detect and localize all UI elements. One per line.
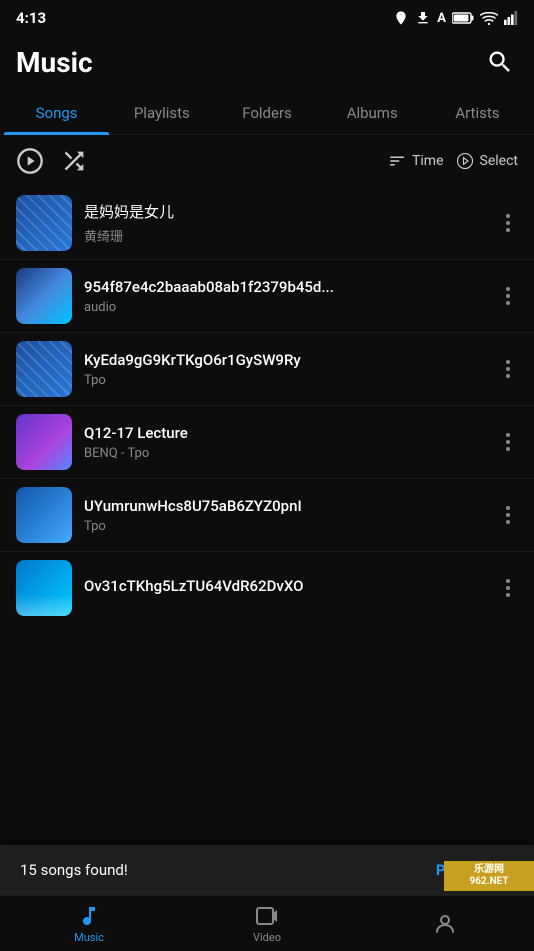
select-label: Select (480, 153, 518, 169)
song-info: 954f87e4c2baaab08ab1f2379b45d... audio (84, 278, 486, 315)
song-info: KyEda9gG9KrTKgO6r1GySW9Ry Tpo (84, 351, 486, 388)
tab-songs[interactable]: Songs (4, 92, 109, 134)
music-nav-icon (77, 904, 101, 928)
song-title: 是妈妈是女儿 (84, 201, 486, 222)
song-title: Q12-17 Lecture (84, 424, 486, 442)
download-icon (415, 10, 431, 26)
song-more-button[interactable] (498, 425, 518, 459)
status-bar: 4:13 A (0, 0, 534, 36)
watermark-text: 乐游网 962.NET (469, 864, 508, 888)
song-artist: 黄绮珊 (84, 226, 486, 245)
nav-label-video: Video (253, 931, 281, 944)
song-info: Ov31cTKhg5LzTU64VdR62DvXO (84, 577, 486, 599)
shuffle-icon (60, 147, 88, 175)
tab-folders[interactable]: Folders (214, 92, 319, 134)
song-info: 是妈妈是女儿 黄绮珊 (84, 201, 486, 245)
song-more-button[interactable] (498, 206, 518, 240)
banner-text: 15 songs found! (20, 861, 128, 879)
tabs-bar: Songs Playlists Folders Albums Artists (0, 92, 534, 135)
bottom-navigation: Music Video (0, 895, 534, 951)
wifi-icon (480, 11, 498, 25)
list-item[interactable]: 954f87e4c2baaab08ab1f2379b45d... audio (0, 260, 534, 333)
play-icon (16, 147, 44, 175)
tab-playlists[interactable]: Playlists (109, 92, 214, 134)
song-artist: audio (84, 300, 486, 315)
song-artist: Tpo (84, 373, 486, 388)
a-icon: A (437, 11, 446, 26)
toolbar-left (16, 147, 372, 175)
list-item[interactable]: 是妈妈是女儿 黄绮珊 (0, 187, 534, 260)
list-item[interactable]: Ov31cTKhg5LzTU64VdR62DvXO (0, 552, 534, 624)
list-item[interactable]: Q12-17 Lecture BENQ - Tpo (0, 406, 534, 479)
header: Music (0, 36, 534, 92)
battery-icon (452, 12, 474, 24)
select-button[interactable]: Select (456, 152, 518, 170)
video-nav-icon (255, 904, 279, 928)
song-title: UYumrunwHcs8U75aB6ZYZ0pnI (84, 497, 486, 515)
song-thumbnail (16, 487, 72, 543)
sort-icon (388, 152, 406, 170)
song-more-button[interactable] (498, 571, 518, 605)
status-icons: A (393, 10, 518, 26)
song-title: KyEda9gG9KrTKgO6r1GySW9Ry (84, 351, 486, 369)
toolbar: Time Select (0, 135, 534, 187)
watermark: 乐游网 962.NET (444, 861, 534, 891)
app-title: Music (16, 46, 93, 79)
nav-item-profile[interactable] (356, 906, 534, 942)
shuffle-button[interactable] (60, 147, 88, 175)
list-item[interactable]: KyEda9gG9KrTKgO6r1GySW9Ry Tpo (0, 333, 534, 406)
song-thumbnail (16, 341, 72, 397)
nav-item-music[interactable]: Music (0, 898, 178, 950)
song-list: 是妈妈是女儿 黄绮珊 954f87e4c2baaab08ab1f2379b45d… (0, 187, 534, 744)
profile-nav-icon (433, 912, 457, 936)
song-info: Q12-17 Lecture BENQ - Tpo (84, 424, 486, 461)
song-thumbnail (16, 414, 72, 470)
song-more-button[interactable] (498, 498, 518, 532)
search-icon (486, 48, 514, 76)
select-icon (456, 152, 474, 170)
play-button[interactable] (16, 147, 44, 175)
song-artist: Tpo (84, 519, 486, 534)
song-thumbnail (16, 560, 72, 616)
status-time: 4:13 (16, 9, 46, 27)
time-label: Time (412, 153, 443, 169)
tab-albums[interactable]: Albums (320, 92, 425, 134)
tab-artists[interactable]: Artists (425, 92, 530, 134)
song-more-button[interactable] (498, 279, 518, 313)
sort-time-button[interactable]: Time (388, 152, 443, 170)
list-item[interactable]: UYumrunwHcs8U75aB6ZYZ0pnI Tpo (0, 479, 534, 552)
nav-label-music: Music (74, 931, 104, 944)
search-button[interactable] (482, 44, 518, 80)
nav-item-video[interactable]: Video (178, 898, 356, 950)
song-artist: BENQ - Tpo (84, 446, 486, 461)
song-thumbnail (16, 195, 72, 251)
toolbar-right: Time Select (388, 152, 518, 170)
location-icon (393, 10, 409, 26)
song-thumbnail (16, 268, 72, 324)
song-title: Ov31cTKhg5LzTU64VdR62DvXO (84, 577, 486, 595)
song-info: UYumrunwHcs8U75aB6ZYZ0pnI Tpo (84, 497, 486, 534)
song-title: 954f87e4c2baaab08ab1f2379b45d... (84, 278, 486, 296)
signal-icon (504, 11, 518, 25)
song-more-button[interactable] (498, 352, 518, 386)
